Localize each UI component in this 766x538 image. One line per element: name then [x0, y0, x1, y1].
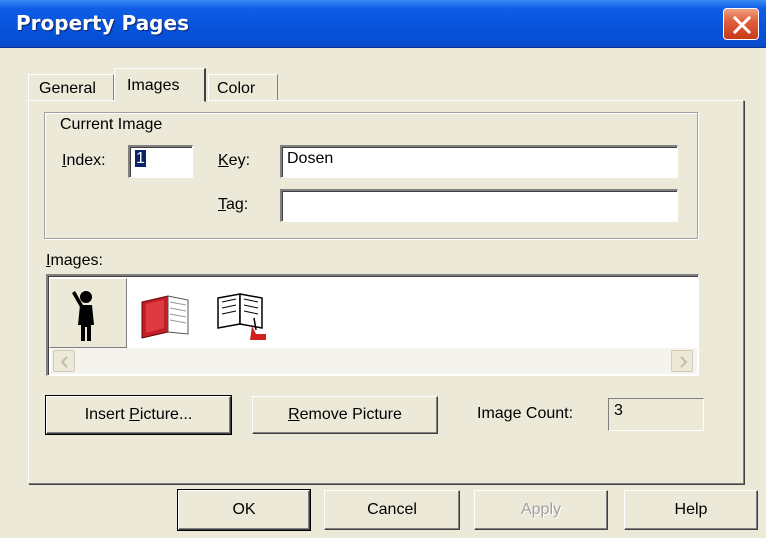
current-image-group-label: Current Image	[56, 116, 167, 134]
images-label: Images:	[46, 252, 103, 269]
tab-general-label: General	[39, 80, 96, 97]
tab-color-label: Color	[217, 80, 256, 97]
help-label: Help	[674, 501, 708, 518]
image-count-field: 3	[608, 398, 704, 431]
index-label: Index:	[62, 152, 106, 169]
insert-picture-label: Insert Picture...	[84, 406, 193, 423]
key-field[interactable]: Dosen	[280, 145, 678, 178]
index-value: 1	[135, 150, 146, 167]
image-count-label: Image Count:	[477, 405, 574, 422]
tab-general[interactable]: General	[28, 74, 114, 101]
apply-label: Apply	[520, 501, 562, 518]
image-item-2[interactable]	[128, 278, 206, 348]
tab-images[interactable]: Images	[114, 68, 206, 102]
key-label: Key:	[218, 152, 251, 169]
tag-field[interactable]	[280, 189, 678, 222]
open-book-icon	[217, 293, 266, 340]
image-list-scrollbar[interactable]	[51, 348, 697, 374]
title-bar[interactable]: Property Pages	[0, 0, 766, 48]
tab-images-label: Images	[127, 77, 180, 94]
image-list[interactable]	[46, 274, 699, 376]
index-field[interactable]: 1	[128, 145, 193, 178]
ok-label: OK	[232, 501, 256, 518]
window-title: Property Pages	[16, 11, 189, 35]
remove-picture-button[interactable]: Remove Picture	[252, 396, 438, 434]
tag-label: Tag:	[218, 196, 249, 213]
remove-picture-label: Remove Picture	[288, 406, 402, 423]
apply-button[interactable]: Apply	[474, 490, 608, 530]
key-value: Dosen	[287, 150, 334, 167]
red-book-icon	[141, 295, 189, 339]
cancel-button[interactable]: Cancel	[324, 490, 460, 530]
scroll-right-button[interactable]	[671, 350, 693, 372]
cancel-label: Cancel	[367, 501, 417, 518]
person-pointing-icon	[72, 291, 94, 341]
ok-button[interactable]: OK	[177, 489, 311, 531]
scroll-left-button[interactable]	[53, 350, 75, 372]
close-icon	[732, 15, 752, 35]
tab-color[interactable]: Color	[208, 74, 278, 101]
close-button[interactable]	[723, 8, 759, 40]
help-button[interactable]: Help	[624, 490, 758, 530]
insert-picture-button[interactable]: Insert Picture...	[45, 395, 232, 435]
image-item-1[interactable]	[49, 278, 127, 348]
image-item-3[interactable]	[206, 278, 284, 348]
chevron-right-icon	[680, 356, 688, 368]
image-count-value: 3	[614, 402, 623, 419]
chevron-left-icon	[60, 356, 68, 368]
